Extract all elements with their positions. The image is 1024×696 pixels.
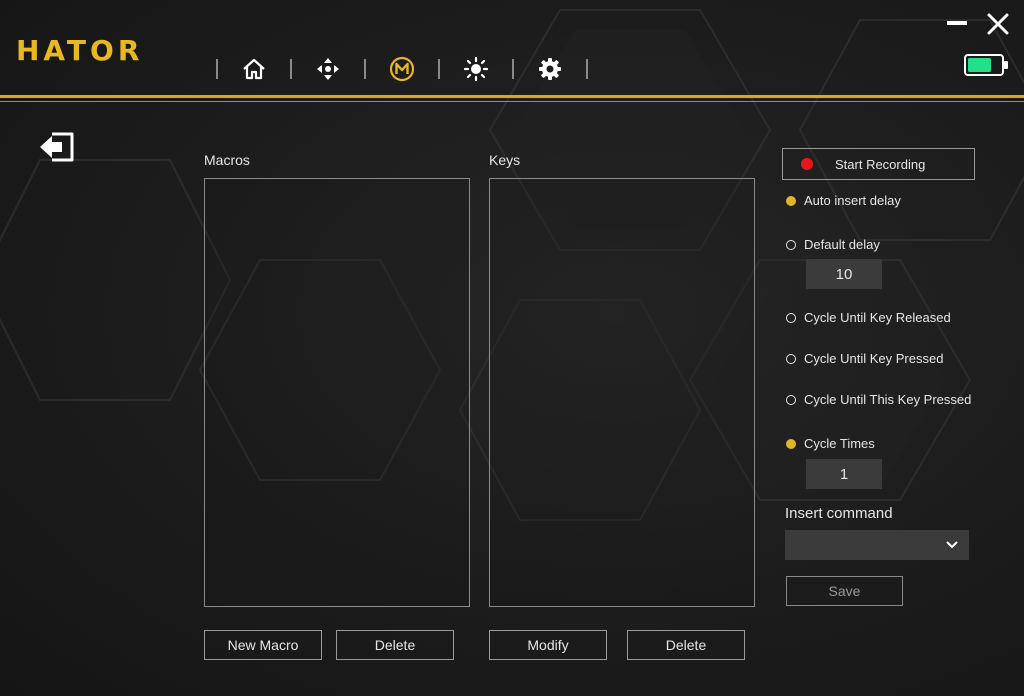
nav-home[interactable]	[218, 52, 290, 86]
start-recording-button[interactable]: Start Recording	[782, 148, 975, 180]
new-macro-button[interactable]: New Macro	[204, 630, 322, 660]
radio-indicator-icon	[786, 312, 796, 323]
radio-indicator-icon	[786, 353, 796, 364]
cycle-until-pressed-label: Cycle Until Key Pressed	[804, 351, 944, 366]
nav-buttons[interactable]	[292, 52, 364, 86]
default-delay-input[interactable]: 10	[806, 259, 882, 289]
cycle-until-released-label: Cycle Until Key Released	[804, 310, 951, 325]
cycle-until-this-pressed-label: Cycle Until This Key Pressed	[804, 392, 972, 407]
brightness-icon	[463, 56, 489, 82]
gear-icon	[539, 58, 561, 80]
modify-key-button[interactable]: Modify	[489, 630, 607, 660]
close-button[interactable]	[986, 12, 1010, 41]
chevron-down-icon	[946, 541, 958, 549]
macro-icon	[389, 56, 415, 82]
radio-indicator-icon	[786, 195, 796, 206]
cycle-times-input[interactable]: 1	[806, 459, 882, 489]
radio-indicator-icon	[786, 394, 796, 405]
radio-indicator-icon	[786, 438, 796, 449]
keys-list[interactable]	[489, 178, 755, 607]
nav-lighting[interactable]	[440, 52, 512, 86]
dpad-icon	[317, 58, 339, 80]
battery-icon	[964, 54, 1008, 76]
minimize-icon	[947, 21, 967, 25]
nav-macro[interactable]	[366, 52, 438, 86]
record-dot-icon	[801, 158, 813, 170]
main-nav	[216, 52, 588, 86]
close-icon	[987, 13, 1009, 35]
exit-icon	[40, 132, 74, 162]
radio-auto-insert-delay[interactable]: Auto insert delay	[786, 193, 901, 208]
battery-indicator	[964, 54, 1010, 81]
insert-command-label: Insert command	[785, 505, 893, 522]
header-divider	[0, 95, 1024, 98]
insert-command-select[interactable]	[785, 530, 969, 560]
back-button[interactable]	[38, 130, 76, 169]
auto-insert-delay-label: Auto insert delay	[804, 193, 901, 208]
start-recording-label: Start Recording	[835, 156, 926, 172]
default-delay-label: Default delay	[804, 237, 880, 252]
delete-key-button[interactable]: Delete	[627, 630, 745, 660]
hator-logo: HATOR	[16, 34, 144, 67]
radio-cycle-until-this-key-pressed[interactable]: Cycle Until This Key Pressed	[786, 392, 971, 407]
radio-cycle-times[interactable]: Cycle Times	[786, 436, 875, 451]
radio-indicator-icon	[786, 239, 796, 250]
delete-macro-button[interactable]: Delete	[336, 630, 454, 660]
header-divider-thin	[0, 101, 1024, 102]
nav-separator	[586, 59, 588, 79]
radio-cycle-until-key-pressed[interactable]: Cycle Until Key Pressed	[786, 351, 943, 366]
keys-label: Keys	[489, 152, 521, 168]
minimize-button[interactable]	[946, 12, 968, 39]
save-button[interactable]: Save	[786, 576, 903, 606]
nav-settings[interactable]	[514, 52, 586, 86]
home-icon	[243, 58, 265, 80]
cycle-times-label: Cycle Times	[804, 436, 875, 451]
radio-cycle-until-key-released[interactable]: Cycle Until Key Released	[786, 310, 951, 325]
radio-default-delay[interactable]: Default delay	[786, 237, 880, 252]
macros-list[interactable]	[204, 178, 470, 607]
macros-label: Macros	[204, 152, 250, 168]
